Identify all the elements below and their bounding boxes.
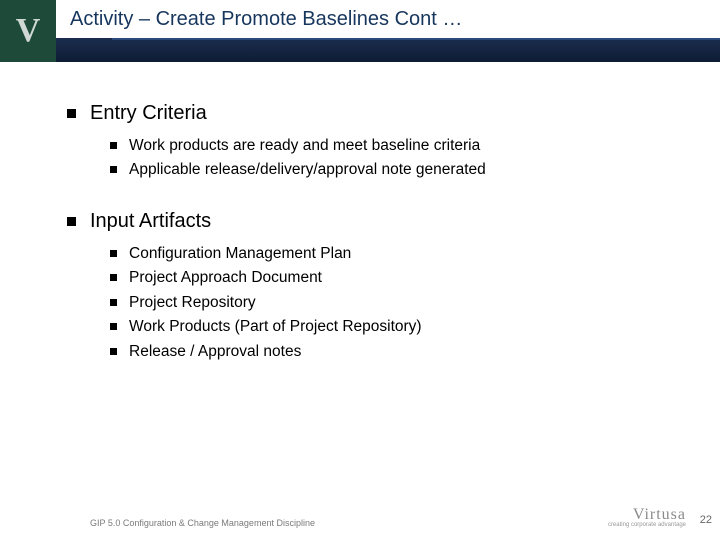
list-item-text: Work products are ready and meet baselin… (129, 135, 480, 157)
slide-title: Activity – Create Promote Baselines Cont… (70, 8, 462, 31)
square-bullet-icon (67, 109, 76, 118)
section-heading: Input Artifacts (90, 210, 660, 233)
section-entry-criteria: Entry Criteria Work products are ready a… (90, 102, 660, 182)
list-item: Release / Approval notes (110, 341, 660, 363)
list-item-text: Applicable release/delivery/approval not… (129, 159, 486, 181)
list-item: Applicable release/delivery/approval not… (110, 159, 660, 181)
section-list: Work products are ready and meet baselin… (90, 135, 660, 182)
list-item: Project Repository (110, 292, 660, 314)
list-item-text: Project Approach Document (129, 267, 322, 289)
list-item-text: Work Products (Part of Project Repositor… (129, 316, 422, 338)
section-input-artifacts: Input Artifacts Configuration Management… (90, 210, 660, 363)
header-logo: V (0, 0, 56, 62)
list-item-text: Project Repository (129, 292, 256, 314)
list-item: Work products are ready and meet baselin… (110, 135, 660, 157)
list-item: Configuration Management Plan (110, 243, 660, 265)
square-bullet-icon (67, 217, 76, 226)
footer-logo: Virtusa creating corporate advantage (608, 506, 686, 528)
square-bullet-icon (110, 323, 117, 330)
square-bullet-icon (110, 348, 117, 355)
title-band (56, 38, 720, 62)
section-heading-text: Entry Criteria (90, 102, 207, 125)
section-list: Configuration Management Plan Project Ap… (90, 243, 660, 363)
square-bullet-icon (110, 250, 117, 257)
list-item: Project Approach Document (110, 267, 660, 289)
title-zone: Activity – Create Promote Baselines Cont… (56, 0, 720, 62)
square-bullet-icon (110, 142, 117, 149)
square-bullet-icon (110, 166, 117, 173)
title-bar: Activity – Create Promote Baselines Cont… (56, 0, 720, 38)
slide-footer: GIP 5.0 Configuration & Change Managemen… (0, 506, 720, 528)
slide-header: V Activity – Create Promote Baselines Co… (0, 0, 720, 62)
footer-text: GIP 5.0 Configuration & Change Managemen… (90, 518, 315, 528)
footer-brand: Virtusa (633, 506, 686, 523)
square-bullet-icon (110, 299, 117, 306)
section-heading: Entry Criteria (90, 102, 660, 125)
footer-tagline: creating corporate advantage (608, 522, 686, 528)
slide-content: Entry Criteria Work products are ready a… (0, 62, 720, 411)
section-heading-text: Input Artifacts (90, 210, 211, 233)
logo-letter: V (16, 14, 41, 48)
page-number: 22 (700, 514, 712, 526)
list-item-text: Configuration Management Plan (129, 243, 351, 265)
square-bullet-icon (110, 274, 117, 281)
list-item: Work Products (Part of Project Repositor… (110, 316, 660, 338)
list-item-text: Release / Approval notes (129, 341, 301, 363)
title-rule (112, 38, 720, 40)
